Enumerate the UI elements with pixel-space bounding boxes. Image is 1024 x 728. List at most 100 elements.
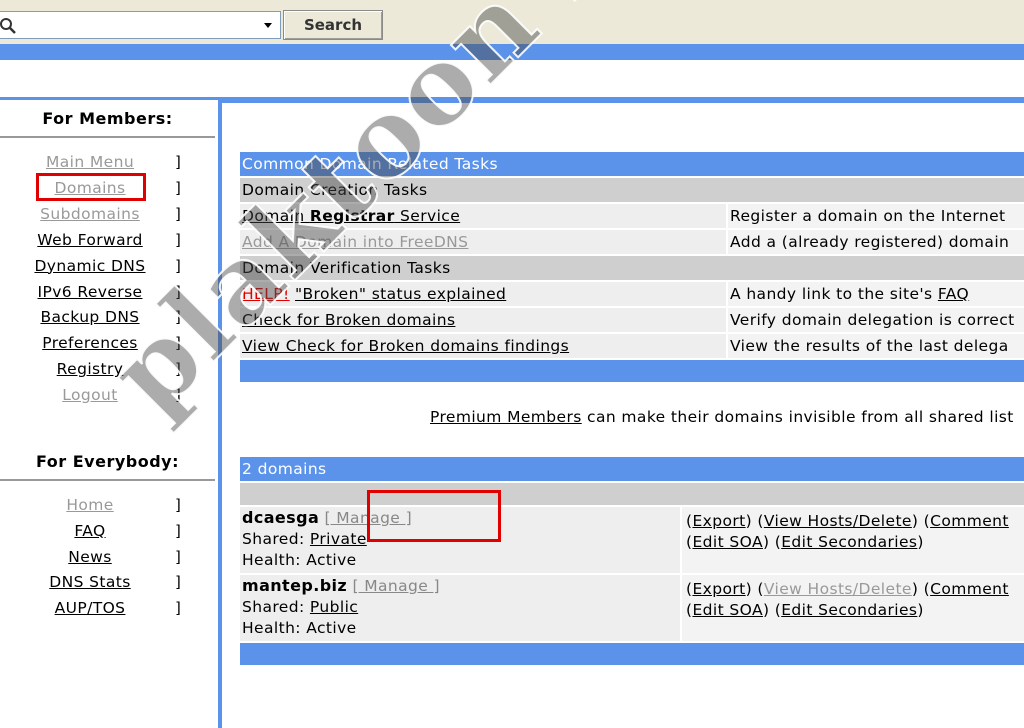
- bracket: ]: [175, 230, 182, 249]
- everybody-link[interactable]: News: [68, 548, 111, 566]
- help-link[interactable]: HELP!: [242, 285, 290, 303]
- members-link[interactable]: Logout: [62, 386, 117, 404]
- shared-label: Shared:: [242, 598, 310, 616]
- members-link[interactable]: Subdomains: [40, 205, 140, 223]
- task-description: Add a (already registered) domain: [726, 230, 1024, 254]
- members-link[interactable]: Web Forward: [37, 231, 142, 249]
- check-broken-link[interactable]: Check for Broken domains: [242, 311, 455, 329]
- task-description: Verify domain delegation is correct: [726, 308, 1024, 332]
- edit-soa-link[interactable]: Edit SOA: [692, 533, 763, 551]
- domain-row: mantep.biz [ Manage ] Shared: Public Healt…: [240, 575, 1024, 641]
- health-status: Health: Active: [242, 619, 357, 637]
- domain-actions: (Export) (View Hosts/Delete) (Comment (Ed…: [680, 575, 1024, 641]
- bracket: ]: [175, 521, 182, 540]
- sidebar-item: Backup DNS]: [0, 308, 180, 326]
- premium-members-link[interactable]: Premium Members: [430, 408, 582, 426]
- sidebar-item: Registry]: [0, 360, 182, 379]
- bracket: ]: [175, 599, 182, 618]
- shared-value-link[interactable]: Private: [310, 530, 367, 548]
- task-description: Register a domain on the Internet: [726, 204, 1024, 228]
- bracket: ]: [175, 282, 182, 301]
- task-description: View the results of the last delega: [726, 334, 1024, 358]
- sidebar-item: News]: [0, 547, 182, 566]
- premium-note: Premium Members can make their domains i…: [430, 408, 1014, 426]
- sidebar-item: Logout]: [0, 386, 182, 405]
- members-link[interactable]: Main Menu: [46, 153, 134, 171]
- faq-link[interactable]: FAQ: [938, 285, 969, 303]
- highlight-box-manage: [367, 490, 501, 542]
- divider: [0, 136, 215, 138]
- task-description: A handy link to the site's FAQ: [726, 282, 1024, 306]
- bracket: ]: [175, 496, 182, 514]
- comments-link[interactable]: Comment: [930, 580, 1009, 598]
- everybody-link[interactable]: DNS Stats: [49, 573, 130, 591]
- add-domain-link[interactable]: Add A Domain into FreeDNS: [242, 233, 468, 251]
- shared-value-link[interactable]: Public: [310, 598, 358, 616]
- comments-link[interactable]: Comment: [930, 512, 1009, 530]
- sidebar-item: Main Menu]: [0, 153, 182, 171]
- sidebar-item: Subdomains]: [0, 204, 182, 223]
- domains-subheader: [240, 483, 1024, 505]
- chevron-down-icon[interactable]: [264, 23, 272, 28]
- sidebar-item: AUP/TOS]: [0, 599, 182, 618]
- task-row: Domain Registrar Service Register a doma…: [240, 204, 1024, 228]
- task-row: View Check for Broken domains findings V…: [240, 334, 1024, 358]
- export-link[interactable]: Export: [692, 580, 745, 598]
- bracket: ]: [175, 547, 182, 566]
- view-hosts-link[interactable]: View Hosts/Delete: [764, 580, 912, 598]
- task-row: HELP! "Broken" status explained A handy …: [240, 282, 1024, 306]
- bracket: ]: [175, 256, 182, 275]
- health-status: Health: Active: [242, 551, 357, 569]
- sidebar-item: Home]: [0, 496, 182, 514]
- search-button[interactable]: Search: [283, 10, 383, 40]
- members-link[interactable]: Preferences: [42, 334, 138, 352]
- members-heading: For Members:: [42, 109, 173, 128]
- domain-name: mantep.biz: [242, 576, 348, 595]
- bracket: ]: [175, 360, 182, 379]
- bracket: ]: [175, 386, 182, 405]
- top-blue-band: [0, 44, 1024, 60]
- manage-link[interactable]: [ Manage ]: [352, 577, 440, 595]
- domain-name: dcaesga: [242, 508, 320, 527]
- bracket: ]: [175, 178, 182, 197]
- members-link[interactable]: Registry: [57, 360, 124, 378]
- task-row: Add A Domain into FreeDNS Add a (already…: [240, 230, 1024, 254]
- domain-info: mantep.biz [ Manage ] Shared: Public Healt…: [242, 575, 440, 639]
- search-toolbar: Search: [0, 0, 1024, 44]
- tasks-title: Common Domain Related Tasks: [240, 152, 1024, 176]
- task-row: Check for Broken domains Verify domain d…: [240, 308, 1024, 332]
- members-link[interactable]: Dynamic DNS: [34, 257, 145, 275]
- magnifier-icon: [0, 18, 16, 34]
- everybody-link[interactable]: FAQ: [74, 522, 105, 540]
- sidebar-item: FAQ]: [0, 522, 180, 540]
- export-link[interactable]: Export: [692, 512, 745, 530]
- divider: [0, 479, 215, 481]
- search-dropdown[interactable]: [0, 11, 281, 39]
- domain-actions: (Export) (View Hosts/Delete) (Comment (Ed…: [680, 507, 1024, 573]
- members-link[interactable]: Backup DNS: [40, 308, 139, 326]
- sidebar-item: DNS Stats]: [0, 573, 181, 591]
- bracket: ]: [175, 153, 182, 171]
- edit-secondaries-link[interactable]: Edit Secondaries: [781, 601, 917, 619]
- everybody-link[interactable]: Home: [66, 496, 113, 514]
- sidebar-item: Dynamic DNS]: [0, 257, 180, 275]
- domain-row: dcaesga [ Manage ] Shared: Private Health:…: [240, 507, 1024, 573]
- domains-count-header: 2 domains: [240, 457, 1024, 481]
- broken-status-link[interactable]: "Broken" status explained: [295, 285, 506, 303]
- view-check-link[interactable]: View Check for Broken domains findings: [242, 337, 569, 355]
- verification-heading: Domain Verification Tasks: [240, 256, 1024, 280]
- edit-soa-link[interactable]: Edit SOA: [692, 601, 763, 619]
- registrar-link[interactable]: Domain Registrar Service: [242, 207, 460, 225]
- sidebar-item: Preferences]: [0, 334, 182, 353]
- bracket: ]: [175, 308, 182, 327]
- bracket: ]: [175, 204, 182, 223]
- bracket: ]: [175, 334, 182, 353]
- shared-label: Shared:: [242, 530, 310, 548]
- members-link[interactable]: IPv6 Reverse: [38, 283, 143, 301]
- tasks-footer-bar: [240, 360, 1024, 382]
- sidebar-item: Web Forward]: [0, 230, 182, 249]
- edit-secondaries-link[interactable]: Edit Secondaries: [781, 533, 917, 551]
- everybody-link[interactable]: AUP/TOS: [55, 599, 126, 617]
- view-hosts-link[interactable]: View Hosts/Delete: [764, 512, 912, 530]
- sidebar-item: IPv6 Reverse]: [0, 282, 182, 301]
